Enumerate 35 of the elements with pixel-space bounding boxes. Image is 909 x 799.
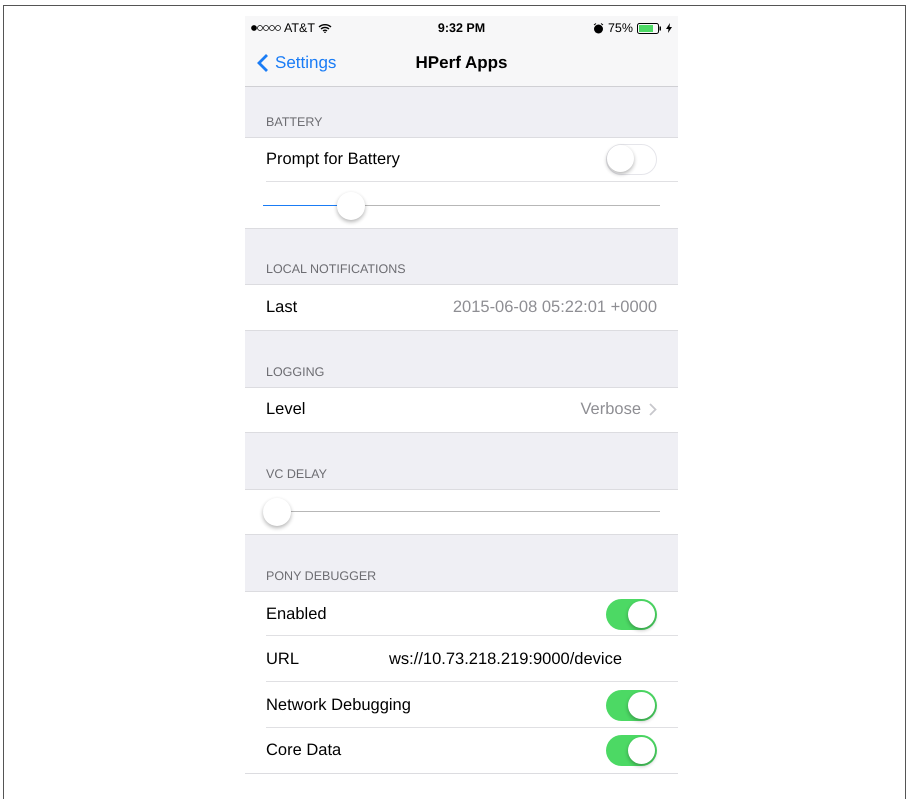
chevron-right-icon bbox=[649, 403, 657, 416]
section-header: LOGGING bbox=[266, 364, 324, 379]
section-header: LOCAL NOTIFICATIONS bbox=[266, 262, 406, 276]
row-value: Verbose bbox=[580, 400, 641, 420]
signal-icon bbox=[251, 25, 281, 31]
section-header: VC DELAY bbox=[266, 466, 327, 481]
section-header: BATTERY bbox=[266, 114, 322, 129]
row-value: 2015-06-08 05:22:01 +0000 bbox=[452, 298, 657, 318]
page-title: HPerf Apps bbox=[416, 53, 508, 73]
battery-percent: 75% bbox=[608, 21, 633, 35]
battery-icon bbox=[637, 22, 662, 34]
slider-thumb[interactable] bbox=[263, 498, 291, 526]
row-label: Enabled bbox=[266, 604, 328, 624]
row-label: Last bbox=[266, 298, 298, 318]
back-button[interactable]: Settings bbox=[257, 53, 336, 73]
slider-track[interactable] bbox=[263, 498, 660, 526]
back-chevron-icon bbox=[257, 53, 269, 73]
status-time: 9:32 PM bbox=[438, 21, 486, 35]
row-label: URL bbox=[266, 650, 300, 670]
section-header: PONY DEBUGGER bbox=[266, 568, 376, 583]
carrier-name: AT&T bbox=[284, 21, 316, 35]
row-label: Network Debugging bbox=[266, 696, 412, 715]
row-label: Prompt for Battery bbox=[266, 150, 401, 170]
url-value: ws://10.73.218.219:9000/device bbox=[388, 650, 622, 670]
toggle-switch[interactable] bbox=[606, 735, 657, 766]
toggle-switch[interactable] bbox=[606, 690, 657, 721]
toggle-switch[interactable] bbox=[606, 144, 657, 176]
slider-thumb[interactable] bbox=[336, 192, 365, 220]
row-label: Level bbox=[266, 400, 306, 420]
charging-bolt-icon bbox=[666, 23, 672, 33]
slider-track[interactable] bbox=[263, 192, 660, 220]
wifi-icon bbox=[318, 23, 332, 33]
alarm-clock-icon bbox=[592, 22, 604, 34]
toggle-switch[interactable] bbox=[606, 598, 657, 630]
row-label: Core Data bbox=[266, 741, 342, 760]
